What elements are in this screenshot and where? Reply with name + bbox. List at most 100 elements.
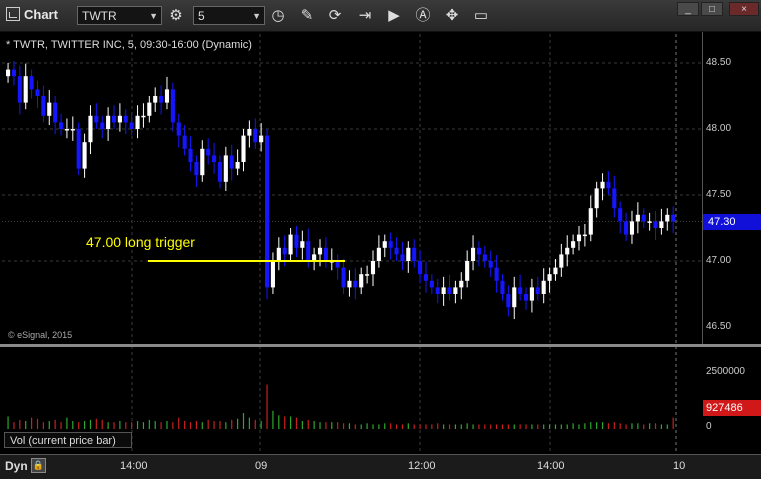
time-tick-1200: 12:00 bbox=[408, 460, 436, 472]
candle-body bbox=[659, 221, 664, 228]
candle-body bbox=[500, 280, 505, 294]
candle-body bbox=[300, 241, 305, 248]
candle-body bbox=[23, 76, 28, 103]
price-tick-46-50: 46.50 bbox=[706, 321, 732, 332]
candle-body bbox=[306, 241, 311, 261]
candle-body bbox=[665, 214, 670, 222]
candle-body bbox=[594, 188, 599, 209]
time-tick-1400-b: 14:00 bbox=[537, 460, 565, 472]
candle-body bbox=[588, 208, 593, 235]
candle-body bbox=[465, 261, 470, 281]
time-tick-10: 10 bbox=[673, 460, 686, 472]
candle-body bbox=[100, 122, 105, 129]
candle-body bbox=[600, 181, 605, 189]
candle-body bbox=[11, 69, 17, 77]
candle-body bbox=[365, 274, 370, 276]
candle-body bbox=[412, 247, 417, 261]
time-tick-09: 09 bbox=[255, 460, 268, 472]
candle-body bbox=[317, 247, 323, 255]
candle-body bbox=[217, 162, 223, 182]
lock-icon[interactable]: 🔒 bbox=[31, 458, 46, 473]
candle-body bbox=[6, 69, 11, 77]
candle-body bbox=[553, 267, 558, 275]
candle-body bbox=[671, 214, 676, 222]
candle-body bbox=[476, 247, 481, 255]
candle-body bbox=[571, 241, 576, 248]
candle-body bbox=[135, 115, 140, 129]
candle-body bbox=[53, 102, 58, 123]
price-tick-48-00: 48.00 bbox=[706, 123, 732, 134]
candle-body bbox=[41, 96, 46, 116]
candle-body bbox=[276, 247, 281, 261]
candlestick-chart[interactable]: 47.00 long trigger bbox=[0, 0, 761, 478]
candle-body bbox=[535, 287, 540, 294]
candle-body bbox=[94, 115, 99, 123]
candle-body bbox=[482, 254, 487, 261]
candle-body bbox=[576, 234, 582, 242]
candle-body bbox=[117, 115, 122, 123]
candle-body bbox=[435, 287, 440, 294]
candle-body bbox=[376, 247, 381, 261]
candle-body bbox=[470, 247, 476, 261]
candle-body bbox=[170, 89, 175, 123]
candle-body bbox=[635, 214, 640, 222]
candle-body bbox=[88, 115, 93, 143]
candle-body bbox=[653, 221, 658, 228]
copyright-text: © eSignal, 2015 bbox=[8, 330, 73, 340]
candle-body bbox=[323, 247, 328, 261]
trigger-annotation: 47.00 long trigger bbox=[86, 234, 195, 250]
candle-body bbox=[182, 135, 187, 149]
candle-body bbox=[406, 247, 411, 261]
candle-body bbox=[188, 148, 193, 162]
candle-body bbox=[429, 280, 434, 288]
candle-body bbox=[629, 221, 635, 235]
candle-body bbox=[241, 135, 246, 162]
candle-body bbox=[382, 241, 387, 248]
candle-body bbox=[453, 287, 458, 294]
candle-body bbox=[235, 162, 240, 169]
candle-body bbox=[394, 247, 399, 255]
candle-body bbox=[523, 294, 529, 301]
candle-body bbox=[129, 122, 134, 129]
candle-body bbox=[612, 188, 617, 209]
candle-body bbox=[259, 135, 264, 143]
candle-body bbox=[459, 280, 464, 288]
price-tick-47-50: 47.50 bbox=[706, 189, 732, 200]
volume-tick-max: 2500000 bbox=[706, 366, 745, 377]
candle-body bbox=[194, 162, 199, 176]
candle-body bbox=[559, 254, 564, 268]
candle-body bbox=[123, 115, 128, 123]
candle-body bbox=[518, 287, 523, 294]
candle-body bbox=[82, 142, 87, 169]
candle-body bbox=[606, 181, 611, 189]
candle-body bbox=[223, 155, 228, 182]
candle-body bbox=[200, 148, 205, 176]
candle-body bbox=[106, 115, 111, 129]
candle-body bbox=[341, 267, 346, 288]
candle-body bbox=[647, 221, 652, 223]
last-volume-badge: 927486 bbox=[703, 400, 761, 416]
candle-body bbox=[294, 234, 299, 248]
panel-splitter[interactable] bbox=[0, 344, 761, 347]
candle-body bbox=[641, 214, 646, 222]
candle-body bbox=[29, 76, 34, 90]
candle-body bbox=[288, 234, 293, 255]
candle-body bbox=[423, 274, 429, 281]
dynamic-mode-label[interactable]: Dyn bbox=[5, 459, 28, 473]
candle-body bbox=[418, 261, 423, 275]
candle-body bbox=[270, 261, 275, 288]
candle-body bbox=[624, 221, 629, 235]
candle-body bbox=[506, 294, 511, 308]
candle-body bbox=[253, 129, 258, 143]
candle-body bbox=[618, 208, 623, 222]
candle-body bbox=[147, 102, 152, 116]
time-axis[interactable] bbox=[0, 454, 761, 479]
candle-body bbox=[17, 76, 22, 103]
candle-body bbox=[64, 129, 69, 131]
volume-study-label[interactable]: Vol (current price bar) bbox=[4, 432, 132, 448]
candle-body bbox=[353, 280, 358, 288]
candle-body bbox=[47, 102, 52, 116]
candle-body bbox=[247, 129, 252, 136]
candle-body bbox=[388, 241, 393, 248]
candle-body bbox=[565, 247, 570, 255]
